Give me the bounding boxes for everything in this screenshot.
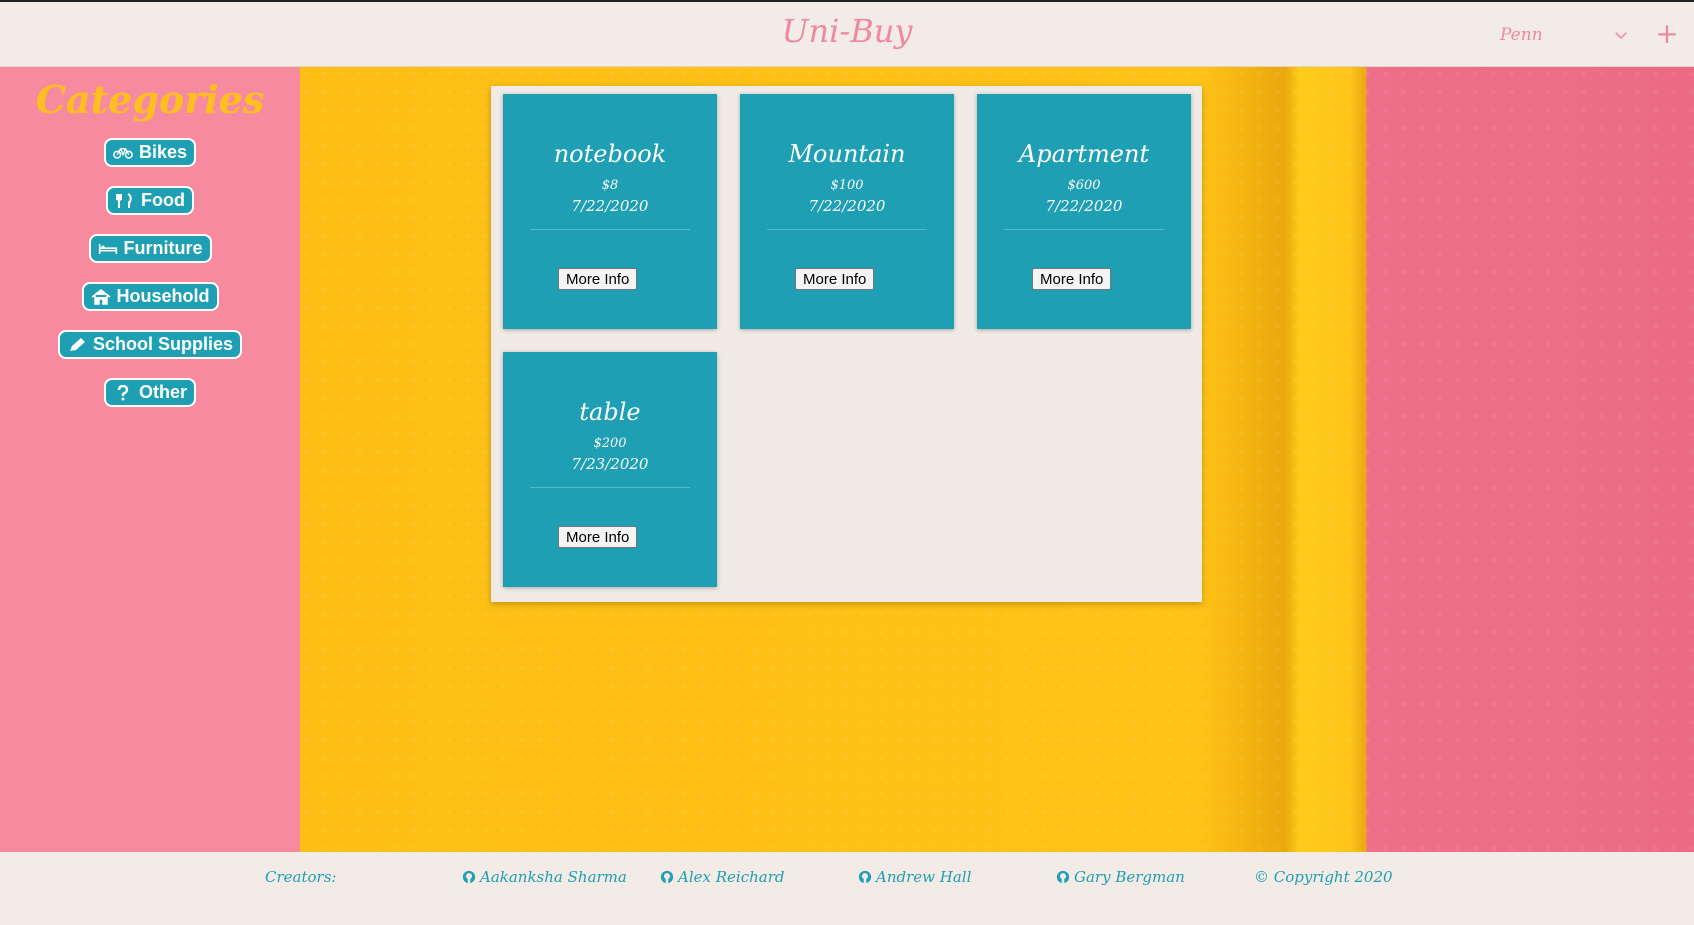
category-bikes-button[interactable]: Bikes [103,138,197,167]
card-divider [530,487,690,488]
category-label: School Supplies [92,334,234,354]
more-info-button[interactable]: More Info [558,526,638,548]
category-label: Furniture [123,238,203,258]
more-info-button[interactable]: More Info [558,268,638,290]
category-food-button[interactable]: Food [106,186,194,215]
school-select[interactable]: Penn [1500,20,1630,50]
listing-title: notebook [553,140,667,168]
category-household-button[interactable]: Household [81,282,219,311]
creators-label: Creators: [265,868,337,886]
more-info-button[interactable]: More Info [795,268,875,290]
listing-card: notebook $8 7/22/2020 More Info [503,94,717,329]
card-divider [530,229,690,230]
listing-date: 7/22/2020 [1045,197,1123,215]
listing-title: table [579,398,641,426]
creator-link[interactable]: Gary Bergman [1056,868,1185,886]
sidebar: Categories Bikes Food Furniture Househol… [0,67,300,852]
sidebar-title: Categories [35,77,265,122]
listing-date: 7/23/2020 [571,455,649,473]
creator-link[interactable]: Alex Reichard [660,868,784,886]
github-icon [858,870,872,884]
creator-link[interactable]: Aakanksha Sharma [462,868,627,886]
listing-title: Mountain [788,140,906,168]
creator-name: Gary Bergman [1074,868,1185,886]
chevron-down-icon [1615,32,1627,40]
bicycle-icon [113,147,133,159]
utensils-icon [116,192,132,208]
listing-price: $100 [830,178,864,193]
brand-logo[interactable]: Uni-Buy [0,12,1694,50]
listing-price: $600 [1067,178,1101,193]
card-divider [767,229,927,230]
listing-date: 7/22/2020 [808,197,886,215]
creator-name: Andrew Hall [876,868,972,886]
bed-icon [98,243,117,254]
listing-date: 7/22/2020 [571,197,649,215]
github-icon [660,870,674,884]
github-icon [1056,870,1070,884]
category-other-button[interactable]: Other [103,378,196,407]
footer: Creators: Aakanksha Sharma Alex Reichard… [0,852,1694,925]
pencil-icon [69,337,85,351]
listing-price: $200 [593,436,627,451]
header: Uni-Buy Penn + [0,2,1694,67]
home-icon [91,288,110,305]
category-school-supplies-button[interactable]: School Supplies [57,330,243,359]
category-label: Food [141,190,185,210]
listing-card: Mountain $100 7/22/2020 More Info [740,94,954,329]
creator-name: Aakanksha Sharma [480,868,627,886]
question-icon [117,384,129,400]
category-label: Bikes [138,142,188,162]
category-list: Bikes Food Furniture Household School Su… [0,138,300,426]
copyright-text: © Copyright 2020 [1254,868,1393,886]
github-icon [462,870,476,884]
category-label: Household [116,286,210,306]
listings-panel: notebook $8 7/22/2020 More Info Mountain… [491,86,1202,602]
listing-card: Apartment $600 7/22/2020 More Info [977,94,1191,329]
add-listing-button[interactable]: + [1652,16,1682,52]
creator-link[interactable]: Andrew Hall [858,868,971,886]
listing-card: table $200 7/23/2020 More Info [503,352,717,587]
more-info-button[interactable]: More Info [1032,268,1112,290]
category-label: Other [138,382,187,402]
creator-name: Alex Reichard [678,868,785,886]
listing-price: $8 [601,178,619,193]
category-furniture-button[interactable]: Furniture [88,234,212,263]
school-select-value: Penn [1500,25,1543,45]
card-divider [1004,229,1164,230]
listing-title: Apartment [1018,140,1150,168]
